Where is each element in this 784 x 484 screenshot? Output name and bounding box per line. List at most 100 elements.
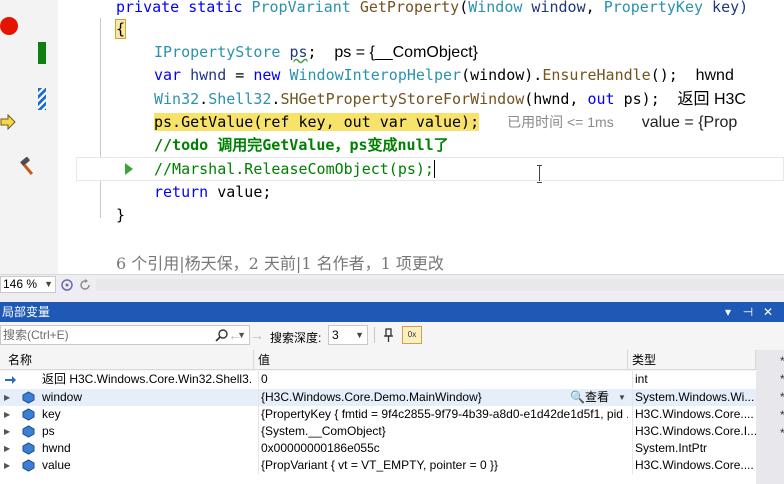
expander-icon[interactable]: ▶ <box>4 457 16 474</box>
search-forward-arrow-icon[interactable]: → <box>250 327 264 343</box>
locals-row[interactable]: ▶ ps {System.__ComObject} H3C.Windows.Co… <box>0 423 756 440</box>
run-to-click-icon[interactable] <box>125 163 133 175</box>
variable-type: int <box>632 371 756 388</box>
expander-icon[interactable]: ▶ <box>4 406 16 423</box>
search-icon[interactable] <box>215 328 229 342</box>
datatip-value: value = {Prop <box>641 114 738 131</box>
variable-type: System.Windows.Wi... <box>632 389 756 406</box>
keyword-token: private static <box>116 0 252 16</box>
variable-token: ps <box>289 43 308 61</box>
chevron-down-icon[interactable]: ▼ <box>618 389 626 406</box>
variable-value[interactable]: {System.__ComObject} <box>258 423 628 440</box>
variable-name: hwnd <box>42 441 71 455</box>
variable-name: key <box>42 407 61 421</box>
unsaved-change-marker <box>38 88 46 110</box>
code-line-signature: private static PropVariant GetProperty(W… <box>116 0 748 19</box>
search-placeholder: 搜索(Ctrl+E) <box>3 328 69 342</box>
locals-row[interactable]: ▶ key {PropertyKey { fmtid = 9f4c2855-9f… <box>0 406 756 423</box>
variable-value[interactable]: 0x00000000186e055c <box>258 440 628 457</box>
variable-type: H3C.Windows.Core.I... <box>632 423 756 440</box>
fold-guide <box>100 18 101 218</box>
variable-name: window <box>42 390 83 404</box>
expander-icon[interactable]: ▶ <box>4 389 16 406</box>
chevron-down-icon: ▼ <box>355 330 364 340</box>
keyword-token: return <box>154 183 209 201</box>
locals-row[interactable]: ▶ hwnd 0x00000000186e055c System.IntPtr <box>0 440 756 457</box>
variable-value[interactable]: {PropertyKey { fmtid = 9f4c2855-9f79-4b3… <box>258 406 628 423</box>
side-marker: * <box>780 390 784 404</box>
keyword-token: new <box>253 66 281 84</box>
method-name-token: SHGetPropertyStoreForWindow <box>280 90 525 108</box>
toolbar-separator <box>374 327 375 343</box>
breakpoint-icon[interactable] <box>0 17 18 35</box>
column-header-value[interactable]: 值 <box>254 350 628 370</box>
perf-tip: 已用时间 <= 1ms <box>507 114 614 130</box>
locals-row[interactable]: ▶ window {H3C.Windows.Core.Demo.MainWind… <box>0 389 756 406</box>
code-line-open-brace: { <box>114 18 127 41</box>
variable-icon <box>22 459 35 472</box>
search-depth-select[interactable]: 3 ▼ <box>328 325 368 345</box>
column-header-name-label: 名称 <box>8 353 33 367</box>
code-line-release-comment: //Marshal.ReleaseComObject(ps); <box>154 158 435 181</box>
code-line-hwnd: var hwnd = new WindowInteropHelper(windo… <box>154 64 734 87</box>
variable-token: hwnd <box>181 66 227 84</box>
view-visualizer-button[interactable]: 🔍查看 <box>570 389 609 406</box>
keyword-token: var <box>154 66 182 84</box>
search-back-arrow-icon[interactable]: ← <box>228 327 242 343</box>
side-marker: * <box>780 408 784 422</box>
expander-icon[interactable]: ▶ <box>4 440 16 457</box>
column-header-value-label: 值 <box>258 353 271 367</box>
datatip-value: ps = {__ComObject} <box>316 44 478 61</box>
code-editor[interactable]: private static PropVariant GetProperty( W… <box>0 0 784 274</box>
current-statement-arrow-icon[interactable] <box>0 114 16 130</box>
param-token: window <box>522 0 586 16</box>
locals-title-bar[interactable]: 局部变量 ▾ ⊣ ✕ <box>0 302 784 322</box>
variable-value[interactable]: {PropVariant { vt = VT_EMPTY, pointer = … <box>258 457 628 474</box>
return-value-icon <box>5 376 16 384</box>
column-header-type-label: 类型 <box>632 353 657 367</box>
locals-row[interactable]: ▶ value {PropVariant { vt = VT_EMPTY, po… <box>0 457 756 474</box>
column-header-name[interactable]: 名称 <box>0 350 254 370</box>
variable-icon <box>22 425 35 438</box>
close-button[interactable]: ✕ <box>760 304 776 320</box>
auto-hide-pin-button[interactable]: ⊣ <box>740 304 756 320</box>
adjacent-panel-edge: * * * * * <box>756 350 784 484</box>
punct-token: (window). <box>461 66 543 84</box>
punct-token: ; <box>262 183 272 201</box>
panel-splitter[interactable] <box>0 294 784 302</box>
editor-gutter[interactable] <box>0 0 58 274</box>
variable-value[interactable]: 0 <box>258 371 628 388</box>
pin-icon[interactable] <box>380 326 398 344</box>
hex-display-toggle[interactable]: 0x <box>402 326 422 344</box>
issues-icon[interactable] <box>60 278 74 292</box>
type-token: WindowInteropHelper <box>280 66 462 84</box>
text-cursor-icon <box>537 165 543 183</box>
horizontal-scrollbar[interactable] <box>96 279 784 291</box>
variable-icon <box>22 442 35 455</box>
datatip-value: 返回 H3C <box>659 91 746 108</box>
codelens-info[interactable]: 6 个引用|杨天保，2 天前|1 名作者，1 项更改 <box>116 250 444 274</box>
search-input[interactable]: 搜索(Ctrl+E) ▼ <box>0 325 250 345</box>
locals-title: 局部变量 <box>2 305 51 319</box>
expander-icon[interactable]: ▶ <box>4 423 16 440</box>
punct-token: ( <box>459 0 469 16</box>
code-line-ps-decl: IPropertyStore ps; ps = {__ComObject} <box>154 41 478 64</box>
variable-token: value <box>208 183 263 201</box>
code-line-getvalue: ps.GetValue(ref key, out var value); 已用时间… <box>154 111 737 134</box>
hammer-icon[interactable] <box>18 157 38 177</box>
fold-column <box>58 0 76 274</box>
type-token: PropVariant <box>251 0 351 16</box>
type-token: Shell32 <box>208 90 272 108</box>
locals-grid-header: 名称 值 类型 <box>0 350 756 370</box>
zoom-level-select[interactable]: 146 % ▼ <box>0 276 56 293</box>
locals-row[interactable]: 返回 H3C.Windows.Core.Win32.Shell3... 0 in… <box>0 371 756 388</box>
column-header-type[interactable]: 类型 <box>628 350 756 370</box>
next-statement-highlight: ps.GetValue(ref key, out var value); <box>154 113 480 131</box>
refresh-icon[interactable] <box>78 278 92 292</box>
method-name-token: EnsureHandle <box>542 66 651 84</box>
punct-token: ps); <box>614 90 660 108</box>
search-depth-label: 搜索深度: <box>270 331 322 345</box>
method-name-token: GetProperty <box>350 0 460 16</box>
window-menu-button[interactable]: ▾ <box>720 304 736 320</box>
punct-token: = <box>226 66 254 84</box>
